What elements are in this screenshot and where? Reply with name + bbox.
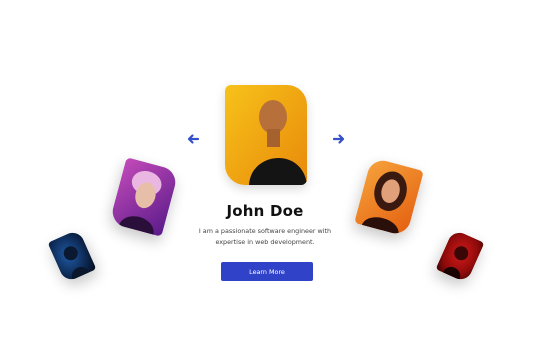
profile-card-far-left[interactable] xyxy=(47,228,97,284)
profile-card-right[interactable] xyxy=(354,157,424,237)
profile-name: John Doe xyxy=(226,202,304,220)
portrait-image xyxy=(225,85,307,185)
portrait-image xyxy=(47,228,97,284)
learn-more-button[interactable]: Learn More xyxy=(221,262,313,281)
profile-carousel: John Doe I am a passionate software engi… xyxy=(0,0,540,360)
portrait-image xyxy=(109,157,179,237)
portrait-image xyxy=(354,157,424,237)
arrow-left-icon xyxy=(187,134,200,144)
profile-card-left[interactable] xyxy=(109,157,179,237)
arrow-right-icon xyxy=(332,134,345,144)
prev-button[interactable] xyxy=(185,131,201,147)
next-button[interactable] xyxy=(331,131,347,147)
portrait-image xyxy=(435,228,485,284)
profile-bio: I am a passionate software engineer with… xyxy=(198,227,332,246)
profile-card-far-right[interactable] xyxy=(435,228,485,284)
profile-card-featured[interactable] xyxy=(225,85,307,185)
